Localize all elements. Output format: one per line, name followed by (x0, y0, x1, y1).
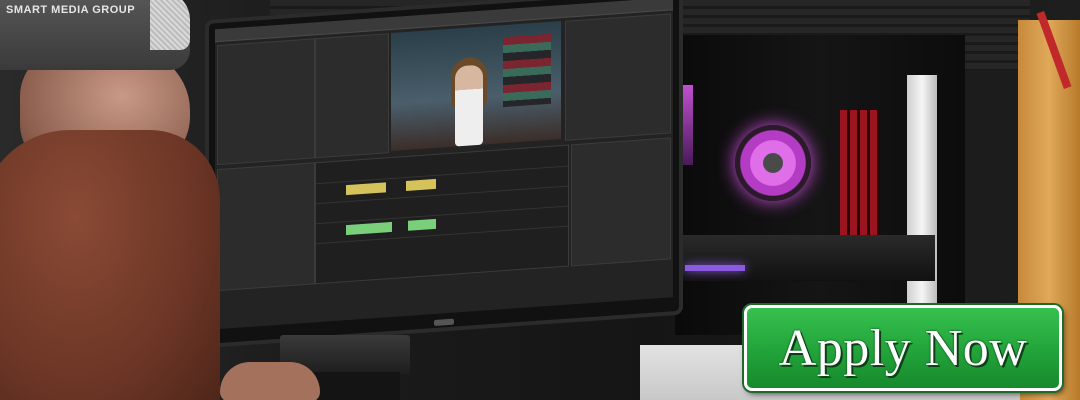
person-editor: SMART MEDIA GROUP (0, 0, 330, 400)
monitor-logo (434, 318, 454, 326)
timeline-clip (346, 182, 386, 196)
baseball-cap: SMART MEDIA GROUP (0, 0, 190, 70)
audio-panel (571, 137, 671, 267)
cap-logo-text: SMART MEDIA GROUP (6, 4, 136, 16)
white-pipe (907, 75, 937, 335)
ram-sticks (840, 110, 880, 250)
gpu-glow (685, 265, 745, 271)
cpu-cooler-fan (735, 125, 811, 201)
pc-case (675, 35, 965, 335)
apply-now-button[interactable]: Apply Now (744, 305, 1062, 391)
timeline-panel (315, 144, 569, 285)
cap-mesh (150, 0, 190, 50)
timeline-clip (408, 218, 436, 231)
presenter (455, 64, 483, 147)
person-shirt (0, 130, 220, 400)
program-monitor (391, 21, 561, 151)
properties-panel (565, 13, 671, 141)
graphics-card (675, 235, 935, 281)
photo-scene: SMART MEDIA GROUP Apply Now (0, 0, 1080, 400)
apply-now-label: Apply Now (778, 319, 1028, 377)
timeline-clip (346, 221, 392, 236)
timeline-clip (406, 178, 436, 191)
background-shelf (503, 33, 551, 108)
person-hand (220, 362, 320, 400)
